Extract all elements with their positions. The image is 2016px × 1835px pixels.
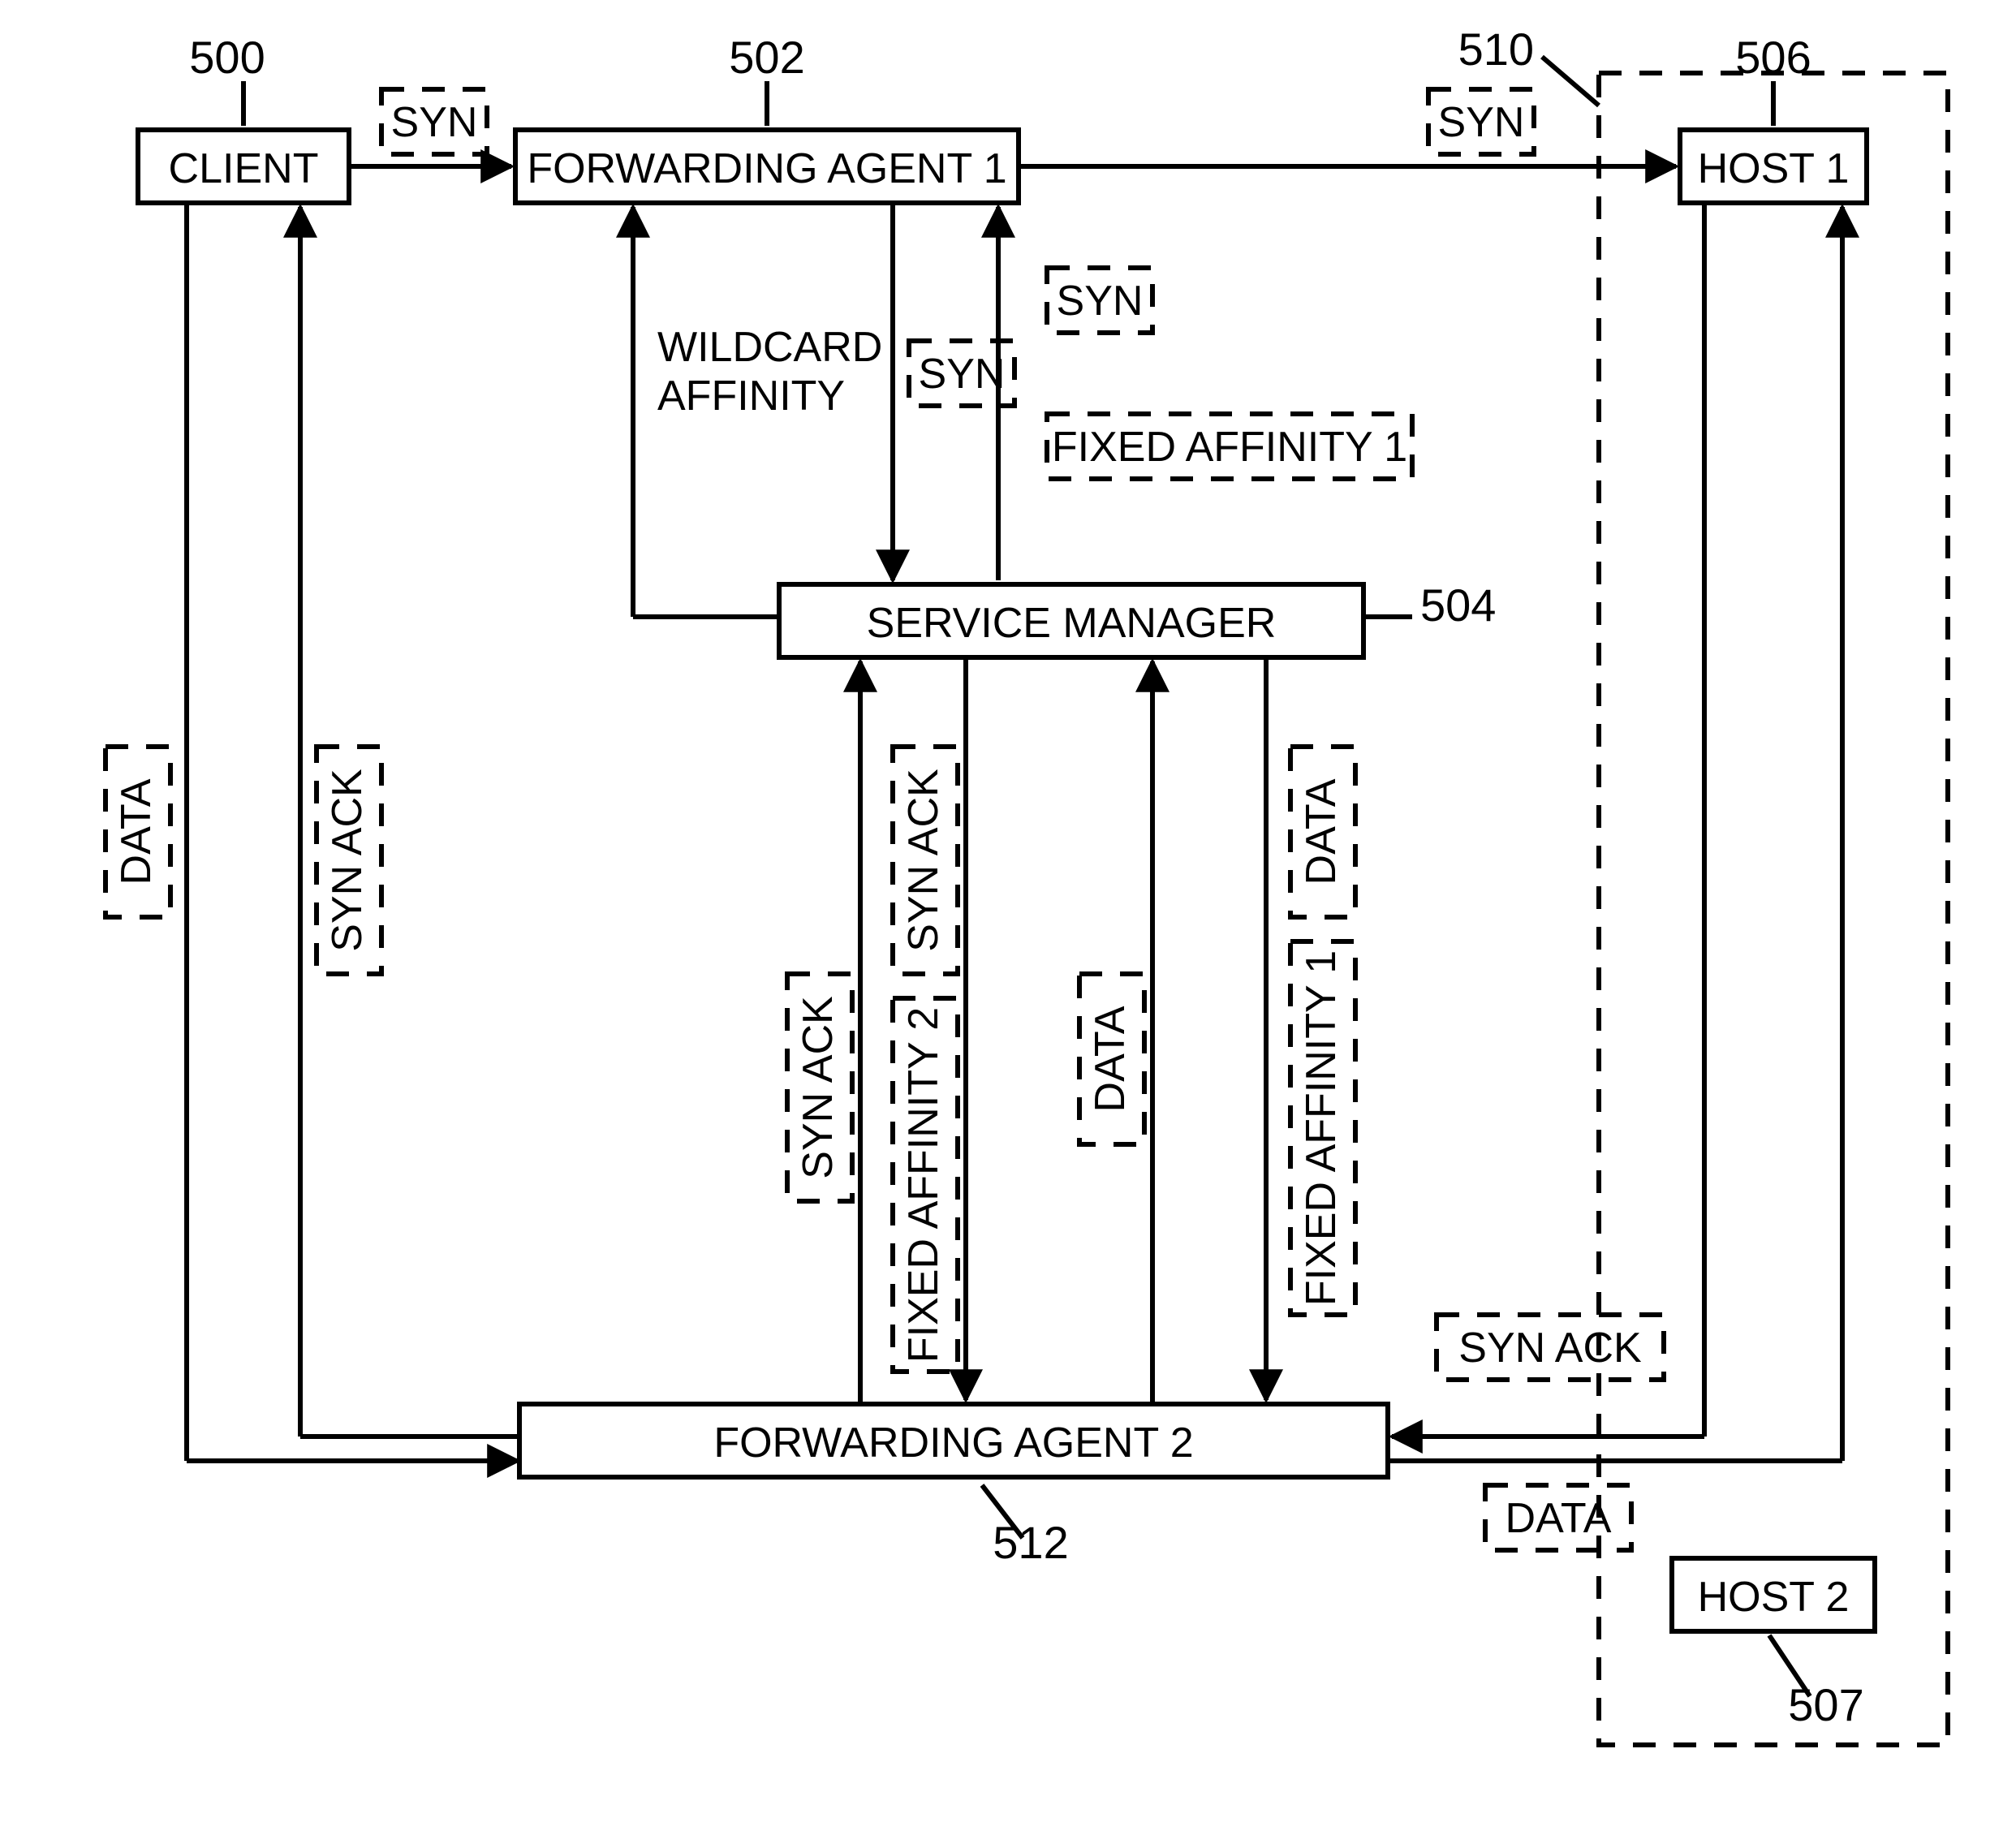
client-label: CLIENT xyxy=(169,145,319,192)
ref-507: 507 xyxy=(1788,1679,1863,1730)
svg-text:SYN: SYN xyxy=(1057,278,1144,325)
svg-text:FIXED AFFINITY 2: FIXED AFFINITY 2 xyxy=(900,1007,947,1363)
host1-label: HOST 1 xyxy=(1698,145,1850,192)
fa1-label: FORWARDING AGENT 1 xyxy=(527,145,1006,192)
svg-text:DATA: DATA xyxy=(1506,1495,1612,1542)
ref-502: 502 xyxy=(729,32,804,83)
svg-text:SYN ACK: SYN ACK xyxy=(900,769,947,952)
svg-text:SYN ACK: SYN ACK xyxy=(795,996,842,1179)
svc-label: SERVICE MANAGER xyxy=(867,600,1277,647)
ref-504: 504 xyxy=(1420,579,1496,631)
ref-506: 506 xyxy=(1735,32,1811,83)
svg-text:FIXED AFFINITY 1: FIXED AFFINITY 1 xyxy=(1052,424,1407,471)
fa2-label: FORWARDING AGENT 2 xyxy=(713,1419,1193,1467)
ref-512: 512 xyxy=(993,1517,1068,1568)
wildcard-l1: WILDCARD xyxy=(657,324,882,371)
host-cluster xyxy=(1599,73,1948,1745)
svg-text:DATA: DATA xyxy=(113,778,160,885)
wildcard-l2: AFFINITY xyxy=(657,373,845,420)
svg-text:SYN ACK: SYN ACK xyxy=(324,769,371,952)
svg-text:FIXED AFFINITY 1: FIXED AFFINITY 1 xyxy=(1298,950,1345,1306)
svg-text:DATA: DATA xyxy=(1087,1006,1134,1112)
ref-510: 510 xyxy=(1458,24,1534,75)
svg-text:SYN: SYN xyxy=(391,99,478,146)
svg-text:SYN: SYN xyxy=(919,351,1006,398)
host2-label: HOST 2 xyxy=(1698,1574,1850,1621)
svg-text:SYN: SYN xyxy=(1438,99,1525,146)
svg-text:DATA: DATA xyxy=(1298,778,1345,885)
svg-text:SYN ACK: SYN ACK xyxy=(1458,1325,1642,1372)
ref-500: 500 xyxy=(189,32,265,83)
